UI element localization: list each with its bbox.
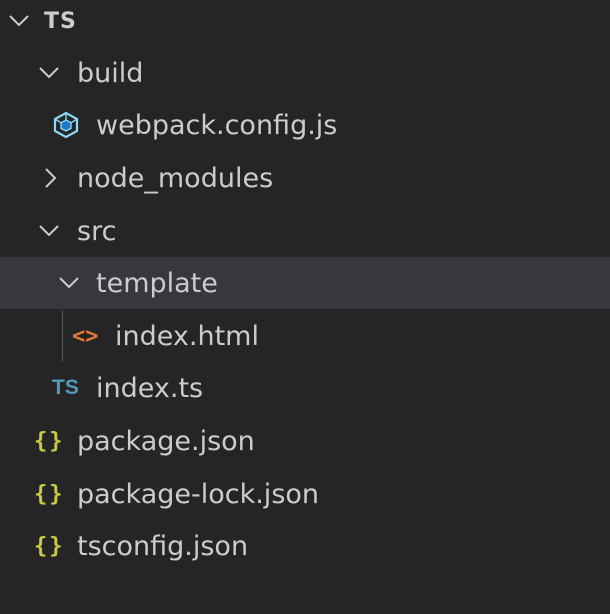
tree-item-tsconfig-json[interactable]: {} tsconfig.json: [0, 520, 610, 572]
tree-item-label: template: [96, 267, 218, 299]
tree-item-src[interactable]: src: [0, 205, 610, 257]
tree-item-index-html[interactable]: <> index.html: [0, 310, 610, 362]
tree-item-template[interactable]: template: [0, 257, 610, 309]
chevron-right-icon[interactable]: [38, 165, 64, 191]
tree-item-package-lock-json[interactable]: {} package-lock.json: [0, 468, 610, 520]
file-explorer: TS build webpack.config.js node_modules: [0, 0, 610, 614]
tree-item-label: tsconfig.json: [77, 530, 249, 562]
root-folder-label: TS: [44, 8, 77, 34]
tree-item-label: node_modules: [77, 162, 274, 194]
typescript-icon: TS: [52, 376, 79, 399]
tree-item-label: package-lock.json: [77, 478, 320, 510]
webpack-icon: [52, 111, 80, 139]
chevron-down-icon[interactable]: [56, 270, 82, 296]
tree-item-index-ts[interactable]: TS index.ts: [0, 362, 610, 414]
tree-item-label: package.json: [77, 425, 255, 457]
chevron-down-icon[interactable]: [36, 60, 62, 86]
tree-item-node-modules[interactable]: node_modules: [0, 152, 610, 204]
json-icon: {}: [34, 428, 65, 454]
tree-item-label: webpack.config.js: [96, 109, 338, 141]
tree-item-build[interactable]: build: [0, 47, 610, 99]
chevron-down-icon[interactable]: [36, 218, 62, 244]
json-icon: {}: [34, 533, 65, 559]
explorer-root-ts[interactable]: TS: [0, 0, 610, 47]
tree-item-label: index.html: [115, 320, 259, 352]
json-icon: {}: [34, 481, 65, 507]
tree-item-package-json[interactable]: {} package.json: [0, 415, 610, 467]
tree-item-label: index.ts: [96, 372, 204, 404]
tree-item-label: src: [77, 215, 117, 247]
tree-item-label: build: [77, 57, 144, 89]
tree-item-webpack-config[interactable]: webpack.config.js: [0, 99, 610, 151]
chevron-down-icon[interactable]: [6, 8, 32, 34]
html-icon: <>: [72, 323, 99, 349]
